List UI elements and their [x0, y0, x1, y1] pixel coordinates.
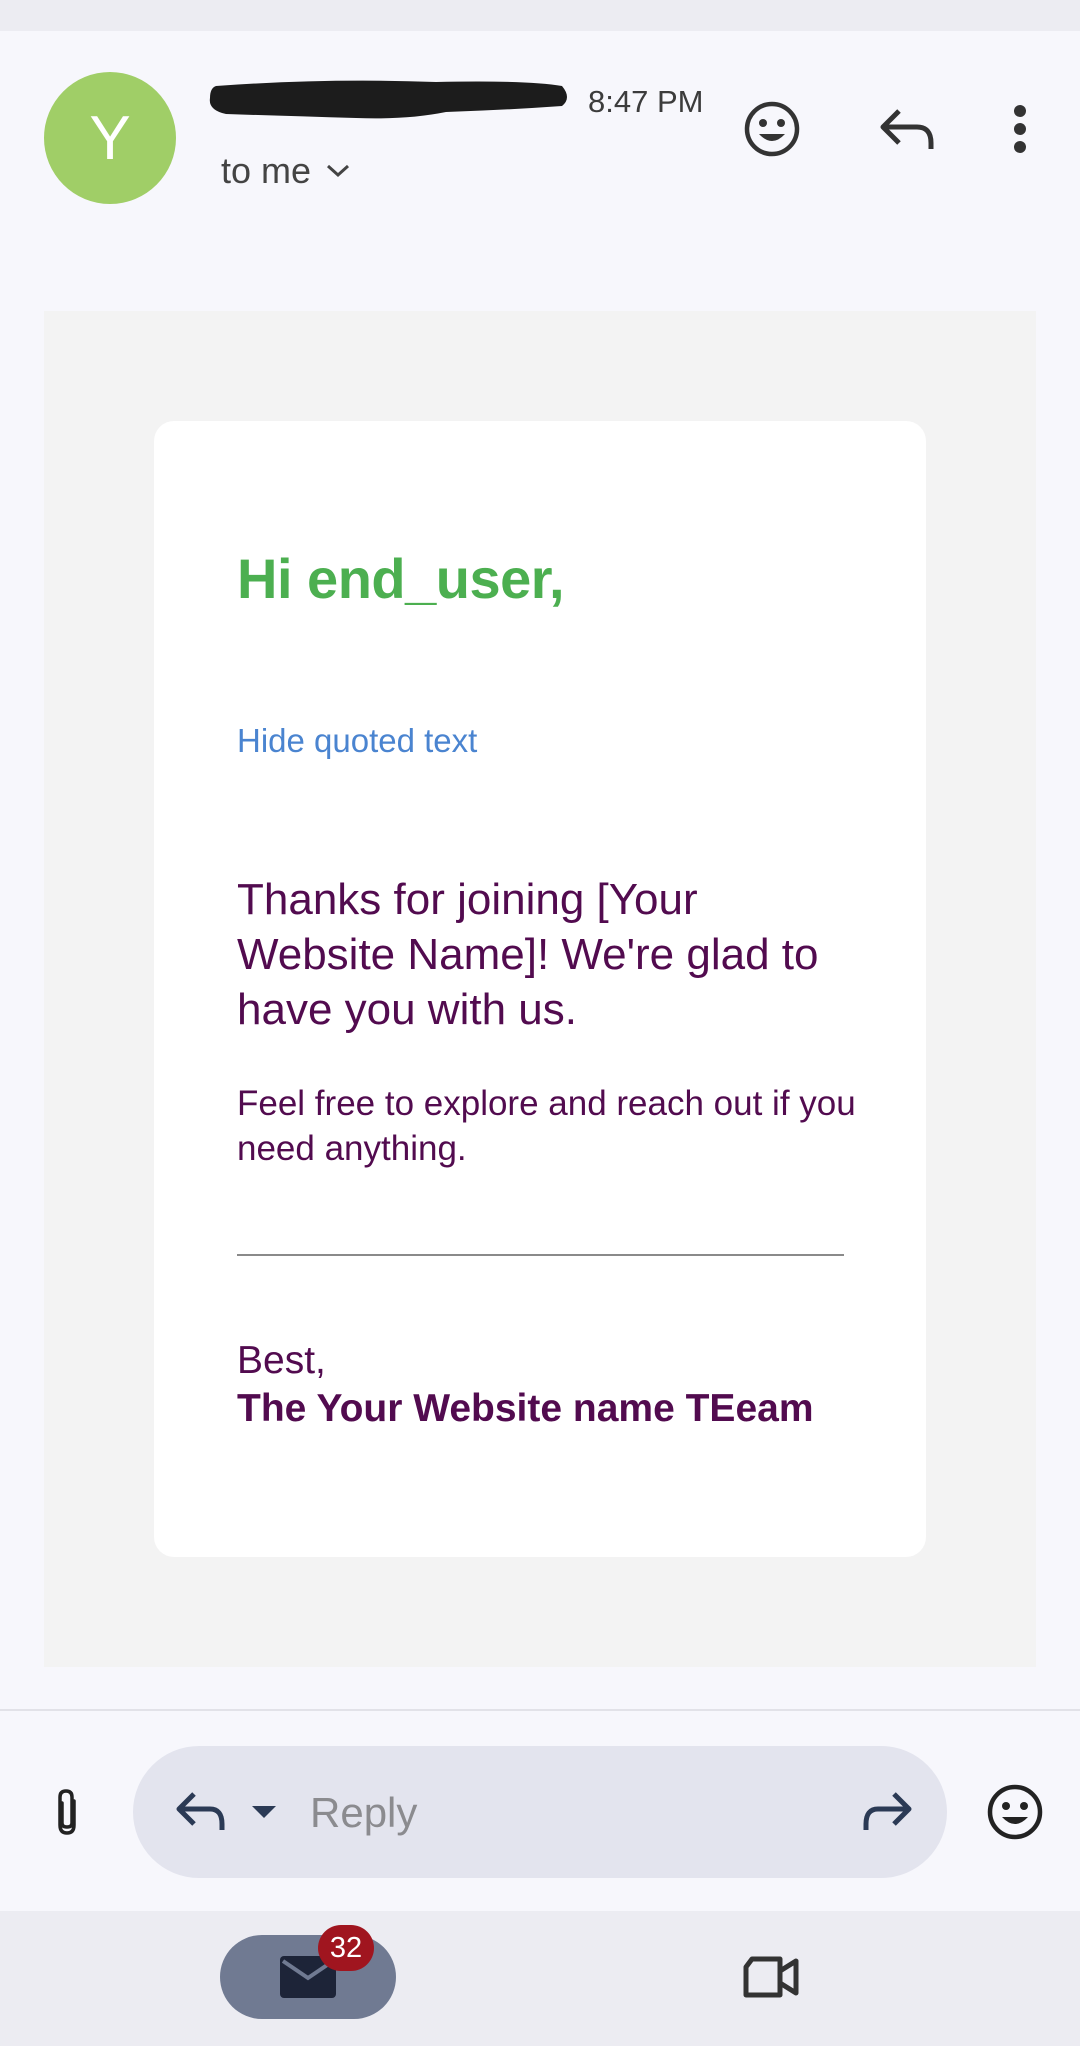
- more-options-button[interactable]: [1000, 97, 1040, 161]
- nav-meet-tab[interactable]: [738, 1948, 802, 2006]
- emoji-icon: [987, 1784, 1043, 1840]
- dropdown-icon: [252, 1806, 276, 1818]
- bottom-navigation: [0, 1911, 1080, 2046]
- email-greeting: Hi end_user,: [237, 547, 565, 610]
- reply-input-placeholder[interactable]: Reply: [310, 1789, 417, 1837]
- status-strip: [0, 0, 1080, 31]
- recipient-details-toggle[interactable]: to me: [221, 150, 351, 192]
- emoji-picker-button[interactable]: [984, 1781, 1046, 1843]
- reply-bar-divider: [0, 1709, 1080, 1711]
- emoji-icon: [744, 101, 800, 157]
- avatar-letter: Y: [89, 103, 131, 173]
- reply-mode-button[interactable]: [172, 1789, 230, 1835]
- forward-icon: [863, 1792, 912, 1830]
- email-paragraph-1: Thanks for joining [Your Website Name]! …: [237, 875, 819, 1034]
- reply-button[interactable]: [874, 97, 940, 161]
- email-divider: [237, 1254, 844, 1256]
- video-icon: [743, 1956, 799, 1998]
- email-paragraph-2: Feel free to explore and reach out if yo…: [237, 1084, 856, 1168]
- more-vert-icon: [1014, 105, 1026, 153]
- reply-icon: [880, 109, 934, 149]
- recipient-label: to me: [221, 150, 312, 191]
- sender-avatar[interactable]: Y: [44, 72, 176, 204]
- reply-mode-dropdown[interactable]: [248, 1801, 280, 1823]
- sender-name-redacted[interactable]: [206, 76, 572, 124]
- reply-icon: [176, 1792, 225, 1830]
- email-time: 8:47 PM: [588, 84, 704, 119]
- chevron-down-icon: [327, 164, 350, 178]
- hide-quoted-text-link[interactable]: Hide quoted text: [237, 722, 477, 760]
- attach-button[interactable]: [44, 1781, 90, 1845]
- attach-icon: [58, 1789, 76, 1835]
- emoji-react-button[interactable]: [740, 97, 804, 161]
- unread-count-badge: 32: [318, 1925, 374, 1971]
- forward-button[interactable]: [858, 1789, 916, 1835]
- email-signature: The Your Website name TEeam: [237, 1387, 814, 1430]
- email-sign-off: Best,: [237, 1339, 326, 1382]
